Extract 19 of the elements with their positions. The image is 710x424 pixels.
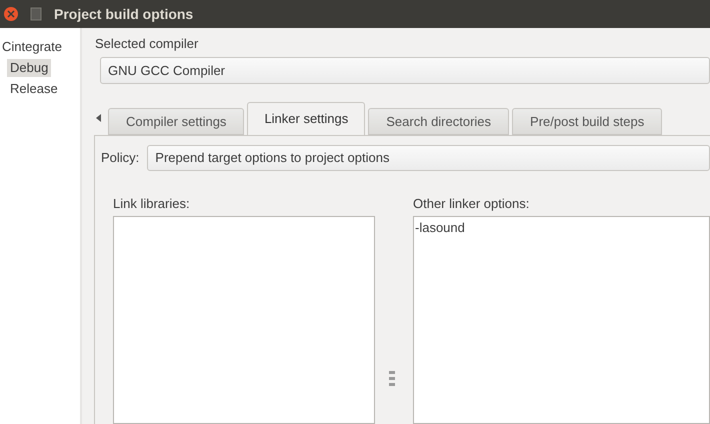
other-linker-options-label: Other linker options: bbox=[413, 196, 530, 212]
window-icon bbox=[28, 6, 44, 22]
target-item[interactable]: Release bbox=[7, 80, 61, 98]
tab[interactable]: Compiler settings bbox=[108, 108, 244, 135]
other-linker-options-field[interactable]: -lasound bbox=[413, 216, 710, 424]
tab[interactable]: Linker settings bbox=[247, 102, 366, 135]
close-icon[interactable] bbox=[4, 7, 18, 21]
compiler-label: Selected compiler bbox=[95, 36, 200, 52]
tab[interactable]: Pre/post build steps bbox=[512, 108, 662, 135]
compiler-dropdown[interactable]: GNU GCC Compiler bbox=[100, 57, 710, 84]
link-libraries-label: Link libraries: bbox=[113, 196, 191, 212]
window-title: Project build options bbox=[54, 4, 194, 24]
policy-label: Policy: bbox=[101, 149, 140, 168]
scroll-left-icon[interactable] bbox=[96, 114, 102, 122]
tab[interactable]: Search directories bbox=[368, 108, 510, 135]
policy-dropdown[interactable]: Prepend target options to project options bbox=[147, 145, 710, 171]
splitter-handle-icon[interactable] bbox=[389, 370, 395, 386]
target-item[interactable]: Cintegrate bbox=[0, 38, 65, 56]
target-item[interactable]: Debug bbox=[7, 59, 52, 77]
